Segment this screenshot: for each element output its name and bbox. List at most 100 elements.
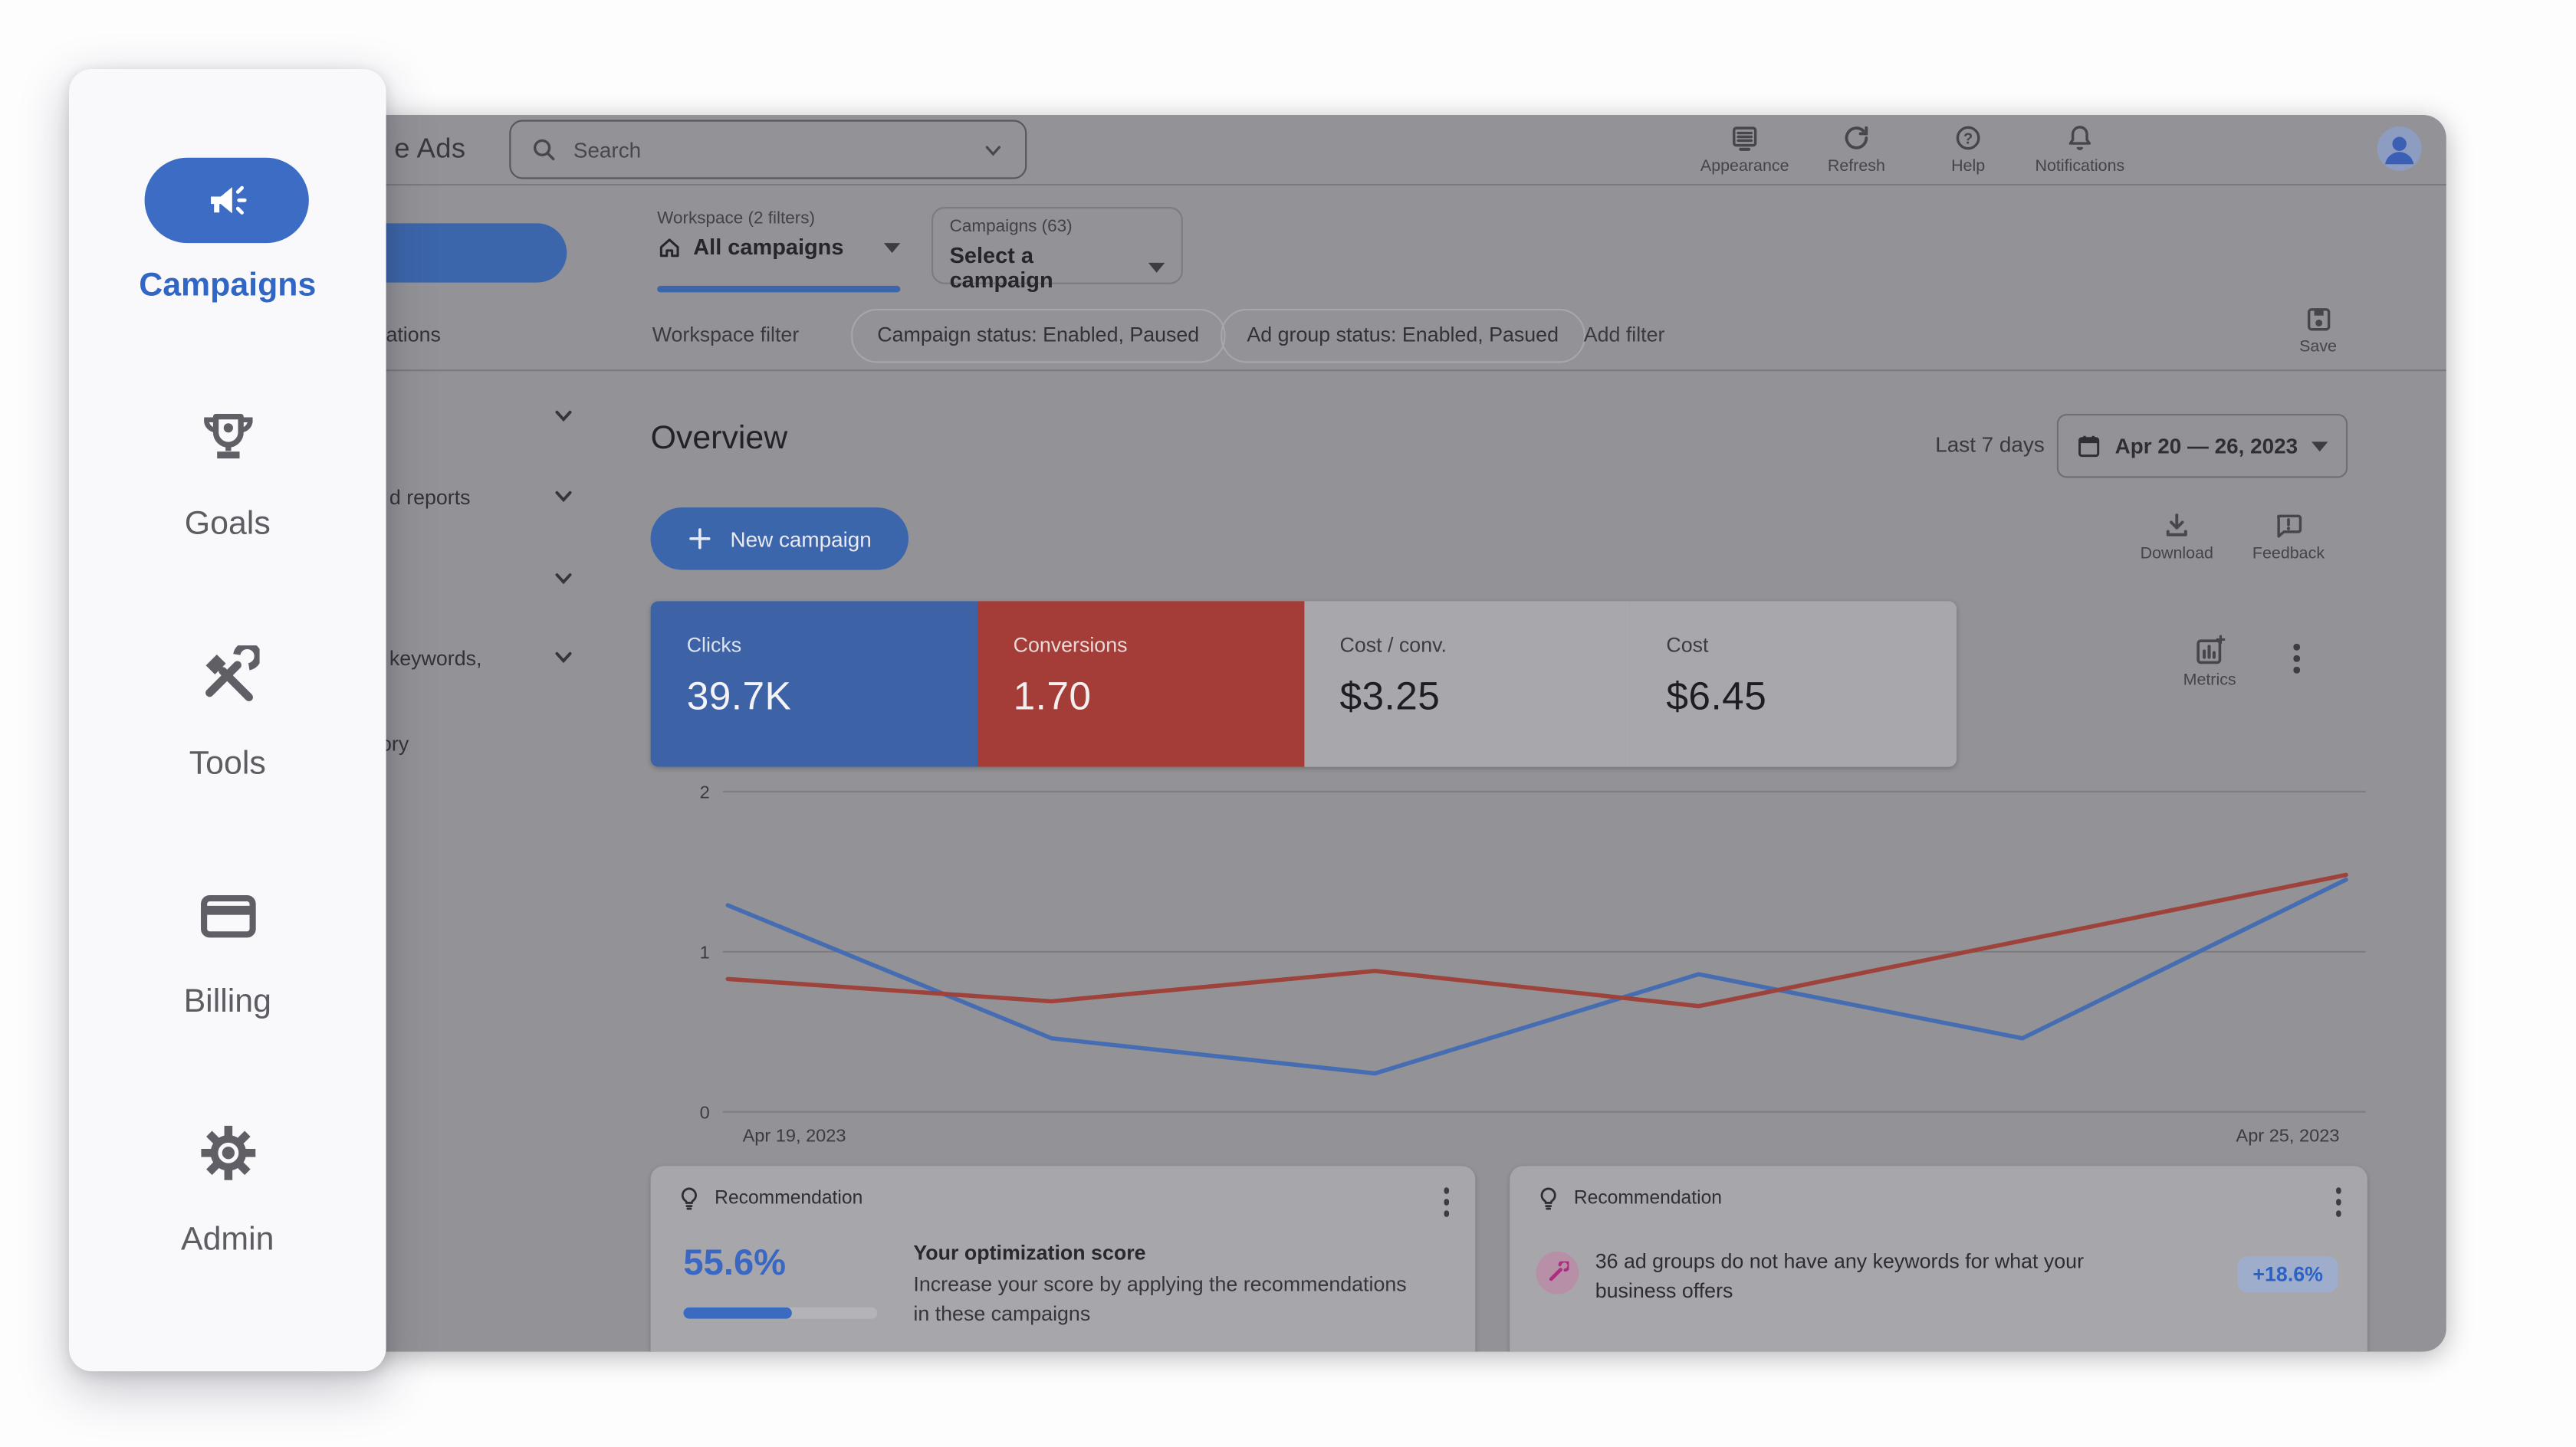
- bg-nav-item-keywords-partial[interactable]: keywords,: [389, 647, 482, 670]
- campaign-select-value: Select a campaign: [950, 243, 1137, 292]
- ad-group-status-chip[interactable]: Ad group status: Enabled, Pasued: [1221, 309, 1585, 363]
- campaign-status-chip[interactable]: Campaign status: Enabled, Paused: [851, 309, 1226, 363]
- bell-icon: [2065, 123, 2095, 153]
- scorecard-value: $3.25: [1340, 675, 1631, 721]
- date-range-picker[interactable]: Apr 20 — 26, 2023: [2057, 414, 2348, 478]
- recommendation-card-optimization[interactable]: Recommendation 55.6% Your optimization s…: [651, 1166, 1476, 1351]
- search-placeholder: Search: [573, 137, 641, 162]
- megaphone-icon: [205, 179, 249, 223]
- scorecard-clicks[interactable]: Clicks 39.7K: [651, 601, 978, 766]
- svg-text:0: 0: [700, 1102, 710, 1122]
- avatar[interactable]: [2377, 126, 2422, 171]
- sidebar-label-tools[interactable]: Tools: [69, 746, 386, 783]
- svg-text:Apr 25, 2023: Apr 25, 2023: [2236, 1125, 2339, 1145]
- help-icon: ?: [1953, 123, 1983, 153]
- add-filter-link[interactable]: Add filter: [1584, 323, 1665, 346]
- main-nav-sidebar: Campaigns Goals Tools Bill: [69, 69, 386, 1371]
- campaign-select-label: Campaigns (63): [950, 217, 1165, 237]
- scorecards: Clicks 39.7K Conversions 1.70 Cost / con…: [651, 601, 1957, 766]
- dropdown-arrow-icon: [884, 242, 900, 252]
- svg-text:Apr 19, 2023: Apr 19, 2023: [743, 1125, 846, 1145]
- scorecard-conversions[interactable]: Conversions 1.70: [977, 601, 1303, 766]
- bg-nav-item-reports-partial[interactable]: d reports: [389, 486, 471, 509]
- lightbulb-icon: [677, 1186, 702, 1210]
- search-input[interactable]: Search: [509, 120, 1027, 179]
- feedback-button[interactable]: Feedback: [2236, 510, 2341, 563]
- refresh-icon: [1842, 123, 1871, 153]
- feedback-icon: [2274, 510, 2304, 540]
- chart-overflow-menu[interactable]: [2293, 644, 2299, 673]
- workspace-select-label: Workspace (2 filters): [657, 208, 900, 228]
- help-button[interactable]: ? Help: [1912, 123, 2024, 176]
- dropdown-arrow-icon: [2311, 441, 2327, 451]
- scorecard-label: Cost: [1666, 634, 1957, 657]
- sidebar-label-campaigns[interactable]: Campaigns: [69, 267, 386, 305]
- svg-text:1: 1: [700, 942, 710, 962]
- chevron-down-icon[interactable]: [552, 566, 575, 589]
- download-icon: [2162, 510, 2192, 540]
- appearance-button[interactable]: Appearance: [1689, 123, 1801, 176]
- download-button[interactable]: Download: [2124, 510, 2229, 563]
- topbar-actions: Appearance Refresh ? Help: [1689, 123, 2136, 176]
- scorecard-label: Clicks: [687, 634, 978, 657]
- campaign-select[interactable]: Campaigns (63) Select a campaign: [932, 207, 1183, 284]
- save-icon: [2304, 306, 2331, 333]
- scorecard-cost[interactable]: Cost $6.45: [1630, 601, 1957, 766]
- calendar-icon: [2077, 434, 2101, 458]
- save-label: Save: [2299, 338, 2337, 356]
- recommendation-text: 36 ad groups do not have any keywords fo…: [1595, 1248, 2137, 1307]
- chevron-down-icon[interactable]: [552, 484, 575, 507]
- svg-text:2: 2: [700, 782, 710, 802]
- workspace-filter-link[interactable]: Workspace filter: [652, 323, 800, 346]
- recommendation-card-keywords[interactable]: Recommendation 36 ad groups do not have …: [1510, 1166, 2367, 1351]
- optimization-progress-fill: [683, 1308, 791, 1319]
- new-campaign-button[interactable]: New campaign: [651, 507, 909, 569]
- scorecard-value: $6.45: [1666, 675, 1957, 721]
- date-range-label: Last 7 days: [1935, 432, 2045, 457]
- metrics-icon: [2193, 634, 2226, 667]
- scorecard-value: 1.70: [1014, 675, 1304, 721]
- appearance-icon: [1730, 123, 1760, 153]
- save-button[interactable]: Save: [2280, 306, 2356, 356]
- sidebar-label-billing[interactable]: Billing: [69, 984, 386, 1022]
- dropdown-arrow-icon: [1148, 263, 1165, 273]
- workspace-active-underline: [657, 286, 900, 292]
- chevron-down-icon[interactable]: [981, 137, 1005, 162]
- sidebar-label-goals[interactable]: Goals: [69, 506, 386, 543]
- page-title: Overview: [651, 421, 788, 458]
- lightbulb-icon: [1536, 1186, 1561, 1210]
- recommendation-title: Recommendation: [1574, 1188, 1722, 1208]
- metrics-button[interactable]: Metrics: [2162, 634, 2257, 690]
- optimization-score-value: 55.6%: [683, 1242, 786, 1285]
- screen: e Ads Search Appearance: [0, 0, 2576, 1447]
- chevron-down-icon[interactable]: [552, 645, 575, 668]
- recommendation-body: Increase your score by applying the reco…: [913, 1271, 1422, 1330]
- sidebar-item-campaigns[interactable]: [145, 158, 309, 243]
- workspace-select-value: All campaigns: [693, 235, 843, 259]
- chevron-down-icon[interactable]: [552, 404, 575, 427]
- search-icon: [531, 136, 557, 162]
- workspace-select[interactable]: Workspace (2 filters) All campaigns: [657, 208, 900, 259]
- scorecard-value: 39.7K: [687, 675, 978, 721]
- plus-icon: [688, 527, 711, 550]
- help-label: Help: [1951, 158, 1985, 176]
- recommendation-menu[interactable]: [2335, 1187, 2341, 1216]
- feedback-label: Feedback: [2252, 545, 2325, 563]
- tools-icon[interactable]: [69, 645, 386, 707]
- scorecard-cost-per-conv[interactable]: Cost / conv. $3.25: [1303, 601, 1630, 766]
- scorecard-label: Conversions: [1014, 634, 1304, 657]
- metrics-label: Metrics: [2183, 671, 2236, 690]
- recommendation-menu[interactable]: [1444, 1187, 1450, 1216]
- credit-card-icon[interactable]: [69, 885, 386, 947]
- gear-icon[interactable]: [69, 1122, 386, 1184]
- sidebar-label-admin[interactable]: Admin: [69, 1222, 386, 1259]
- recommendation-title: Recommendation: [715, 1188, 863, 1208]
- wrench-icon: [1536, 1252, 1579, 1294]
- filters-divider: [345, 369, 2446, 371]
- notifications-button[interactable]: Notifications: [2024, 123, 2136, 176]
- svg-text:?: ?: [1963, 130, 1973, 147]
- trophy-icon[interactable]: [69, 407, 386, 469]
- brand-partial: e Ads: [394, 133, 465, 166]
- google-ads-window: e Ads Search Appearance: [345, 115, 2446, 1352]
- refresh-button[interactable]: Refresh: [1801, 123, 1913, 176]
